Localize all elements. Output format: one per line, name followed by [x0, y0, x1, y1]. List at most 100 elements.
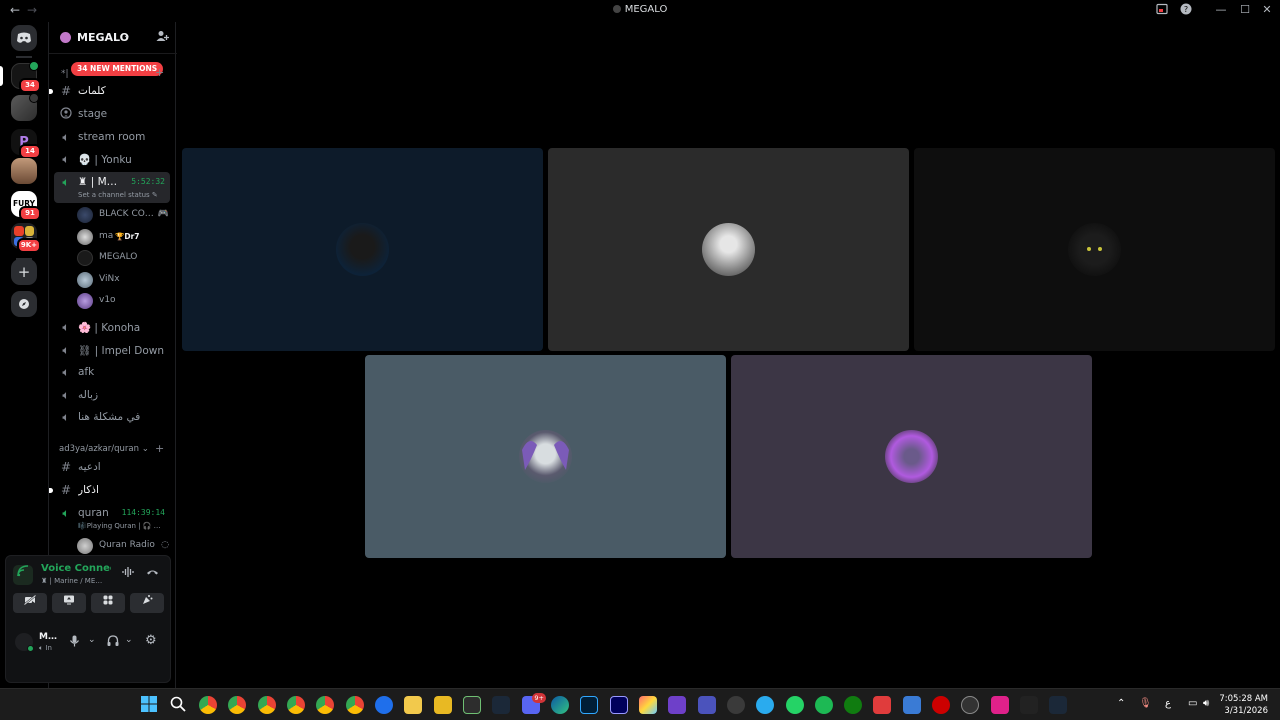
server-icon[interactable]	[11, 158, 37, 184]
chrome-icon[interactable]	[316, 696, 334, 714]
maximize-button[interactable]: ☐	[1238, 3, 1252, 17]
participant-tile[interactable]	[365, 355, 726, 558]
taskbar-clock[interactable]: 7:05:28 AM 3/31/2026	[1219, 693, 1268, 717]
server-folder[interactable]: 9K+	[11, 223, 41, 253]
voice-channel[interactable]: 🔈︎ زباله	[54, 385, 170, 406]
language-indicator[interactable]: ع	[1165, 698, 1171, 709]
chevron-down-icon[interactable]: ⌄	[88, 635, 96, 645]
chrome-icon[interactable]	[228, 696, 246, 714]
voice-user[interactable]: BLACK CO… 🎮	[77, 205, 169, 225]
whatsapp-icon[interactable]	[786, 696, 804, 714]
minimize-button[interactable]: —	[1214, 3, 1228, 17]
active-voice-channel[interactable]: 🔈︎ ♜ | M… 5:52:32 Set a channel status ✎	[54, 172, 170, 203]
participant-tile[interactable]	[548, 148, 909, 351]
app-icon[interactable]	[903, 696, 921, 714]
steam-icon[interactable]	[492, 696, 510, 714]
create-channel-icon[interactable]: +	[155, 66, 164, 79]
screenshare-button[interactable]	[52, 593, 86, 613]
voice-user[interactable]: ViNx	[77, 270, 169, 290]
network-icon[interactable]: ▭	[1188, 698, 1197, 709]
user-name[interactable]: M…	[39, 632, 57, 642]
microphone-in-use-icon[interactable]: 🎙︎	[1139, 698, 1152, 709]
app-icon[interactable]	[961, 696, 979, 714]
teams-icon[interactable]	[698, 696, 716, 714]
voice-user[interactable]: ma 🏆Dr7	[77, 227, 169, 247]
category-header[interactable]: ad3ya/azkar/quran ⌄	[59, 444, 149, 454]
edge-icon[interactable]	[551, 696, 569, 714]
app-icon[interactable]	[1020, 696, 1038, 714]
activities-button[interactable]	[91, 593, 125, 613]
chrome-icon[interactable]	[287, 696, 305, 714]
invite-icon[interactable]	[156, 30, 169, 45]
headphones-icon[interactable]	[107, 635, 119, 650]
hashtag-icon: #	[60, 483, 72, 497]
close-button[interactable]: ✕	[1260, 3, 1274, 17]
app-icon[interactable]	[991, 696, 1009, 714]
voice-channel[interactable]: 🔈︎ 💀 | Yonku	[54, 149, 170, 170]
server-icon[interactable]: 34	[0, 61, 41, 93]
chrome-icon[interactable]	[199, 696, 217, 714]
photoshop-icon[interactable]	[580, 696, 598, 714]
voice-panel: Voice Connected ♜ | Marine / ME… M… 🔈︎ I…	[5, 555, 171, 683]
voice-channel[interactable]: 🔈︎ في مشكلة هنا	[54, 407, 170, 428]
steam-icon[interactable]	[1049, 696, 1067, 714]
voice-user[interactable]: v1o	[77, 291, 169, 311]
help-icon[interactable]: ?	[1179, 3, 1193, 17]
spotify-icon[interactable]	[815, 696, 833, 714]
microphone-icon[interactable]	[70, 635, 79, 650]
server-icon[interactable]: FURY 91	[11, 191, 41, 221]
settings-gear-icon[interactable]: ⚙	[145, 633, 157, 648]
voice-channel-link[interactable]: ♜ | Marine / ME…	[41, 577, 102, 585]
app-icon[interactable]	[434, 696, 452, 714]
voice-channel[interactable]: 🔈︎ ⛓ | Impel Down	[54, 340, 170, 361]
app-icon[interactable]	[375, 696, 393, 714]
server-icon[interactable]: P 14	[11, 129, 41, 159]
voice-user[interactable]: Quran Radio ◌	[77, 536, 169, 556]
camera-off-button[interactable]	[13, 593, 47, 613]
add-server-button[interactable]: +	[11, 259, 37, 285]
user-panel: M… 🔈︎ In ⌄ ⌄ ⚙	[6, 624, 172, 660]
inbox-icon[interactable]	[1155, 3, 1169, 17]
channel-status[interactable]: Set a channel status ✎	[78, 191, 158, 199]
voice-channel[interactable]: 🔈︎ afk	[54, 362, 170, 383]
text-channel[interactable]: # ادعيه	[54, 457, 170, 478]
stage-channel[interactable]: stage	[54, 104, 170, 125]
chevron-up-icon[interactable]: ⌃	[1117, 698, 1125, 709]
text-channel[interactable]: # اذكار	[49, 480, 170, 501]
app-icon[interactable]	[873, 696, 891, 714]
app-icon[interactable]	[932, 696, 950, 714]
telegram-icon[interactable]	[756, 696, 774, 714]
participant-tile[interactable]	[182, 148, 543, 351]
search-icon[interactable]	[170, 696, 188, 714]
app-icon[interactable]	[639, 696, 657, 714]
guild-header[interactable]: MEGALO ⌄	[49, 22, 177, 54]
noise-suppression-icon[interactable]	[122, 566, 134, 581]
windows-start-icon[interactable]	[141, 696, 159, 714]
server-icon[interactable]	[11, 93, 39, 121]
volume-icon[interactable]: 🔊︎	[1203, 698, 1209, 709]
participant-tile[interactable]	[731, 355, 1092, 558]
voice-channel[interactable]: 🔈︎ stream room	[54, 127, 170, 148]
app-icon[interactable]	[463, 696, 481, 714]
chrome-icon[interactable]	[258, 696, 276, 714]
voice-channel[interactable]: 🔈︎ quran 114:39:14 🎼Playing Quran | 🎧 …	[54, 503, 170, 534]
soundboard-button[interactable]	[130, 593, 164, 613]
premiere-icon[interactable]	[610, 696, 628, 714]
explore-servers-button[interactable]	[11, 291, 37, 317]
chrome-icon[interactable]	[346, 696, 364, 714]
file-explorer-icon[interactable]	[404, 696, 422, 714]
create-channel-icon[interactable]: +	[155, 442, 164, 455]
disconnect-icon[interactable]	[146, 566, 159, 581]
chevron-down-icon[interactable]: ⌄	[125, 635, 133, 645]
voice-user[interactable]: MEGALO	[77, 248, 169, 268]
direct-messages-button[interactable]	[11, 25, 37, 51]
discord-icon[interactable]: 9+	[522, 693, 546, 714]
app-icon[interactable]	[668, 696, 686, 714]
signal-icon[interactable]	[13, 565, 33, 585]
voice-channel[interactable]: 🔈︎ 🌸 | Konoha	[54, 317, 170, 338]
text-channel[interactable]: # كلمات	[49, 81, 170, 102]
participant-tile[interactable]	[914, 148, 1275, 351]
app-icon[interactable]	[727, 696, 745, 714]
new-mentions-banner[interactable]: 34 NEW MENTIONS	[71, 62, 164, 76]
xbox-icon[interactable]	[844, 696, 862, 714]
